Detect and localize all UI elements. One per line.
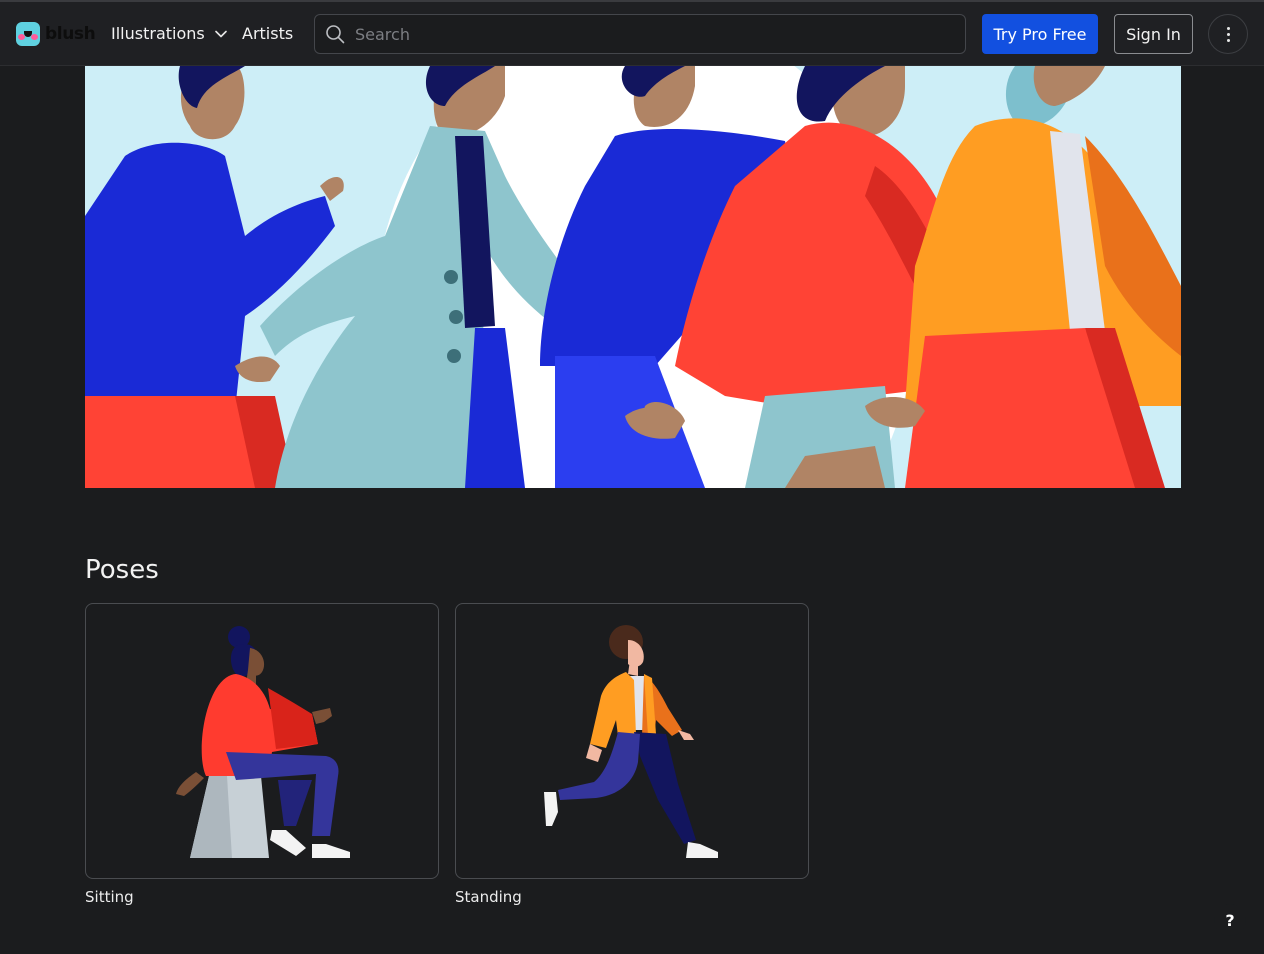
standing-pose-image [544,625,718,858]
help-button[interactable]: ? [1214,904,1246,936]
nav-illustrations-dropdown[interactable]: Illustrations [111,24,227,43]
sign-in-button[interactable]: Sign In [1114,14,1193,54]
more-vertical-icon [1226,26,1230,30]
search-box[interactable] [314,14,966,54]
blush-logo-icon [16,22,40,46]
pose-label-standing[interactable]: Standing [455,888,522,906]
try-pro-free-button[interactable]: Try Pro Free [982,14,1098,54]
poses-section-title: Poses [85,555,159,585]
more-menu-button[interactable] [1208,14,1248,54]
pose-card-standing[interactable] [455,603,809,879]
top-navigation-bar: blush Illustrations Artists Try Pro Free… [0,0,1264,66]
brand-name: blush [45,24,96,44]
sitting-pose-image [176,626,350,858]
pose-card-sitting[interactable] [85,603,439,879]
nav-artists-link[interactable]: Artists [242,24,293,43]
nav-artists-label: Artists [242,24,294,43]
hero-illustration [85,66,1181,488]
search-icon [326,25,345,44]
nav-illustrations-label: Illustrations [111,24,205,43]
search-input[interactable] [355,15,955,53]
chevron-down-icon [214,30,227,37]
pose-label-sitting[interactable]: Sitting [85,888,134,906]
crowd-illustration [85,66,1181,488]
blush-logo[interactable]: blush [16,22,96,46]
